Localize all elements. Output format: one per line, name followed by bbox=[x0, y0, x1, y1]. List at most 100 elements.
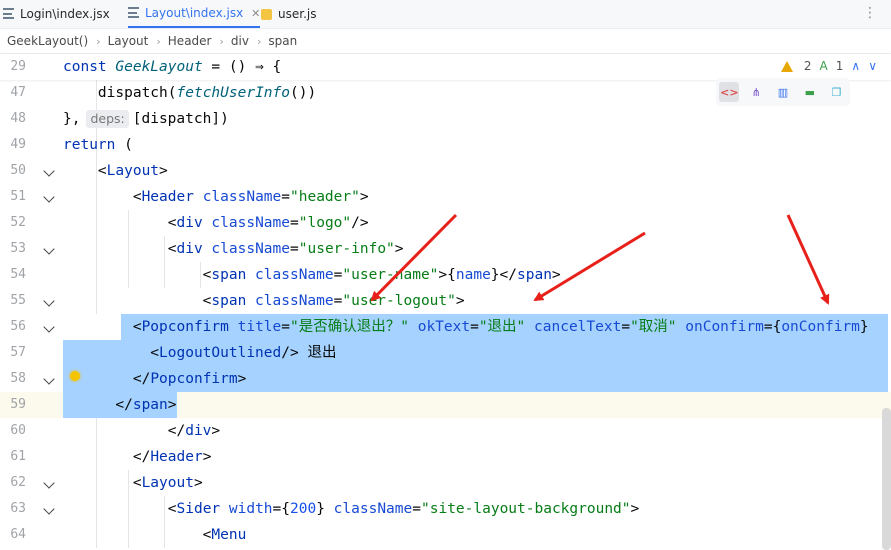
code-token: "是否确认退出？" bbox=[290, 319, 409, 335]
more-options-icon[interactable]: ⋮ bbox=[863, 5, 877, 21]
code-line[interactable]: 64 <Menu bbox=[0, 522, 891, 548]
breadcrumb-item[interactable]: GeekLayout() bbox=[7, 34, 88, 48]
inspection-widget[interactable]: 2 A 1 ∧ ∨ bbox=[780, 59, 877, 73]
code-token: const bbox=[63, 59, 116, 75]
code-line[interactable]: 63 <Sider width={200} className="site-la… bbox=[0, 496, 891, 522]
code-line[interactable]: 49 return ( bbox=[0, 132, 891, 158]
next-highlight-icon[interactable]: ∨ bbox=[868, 59, 877, 73]
code-line[interactable]: 54 <span className="user-name">{name}</s… bbox=[0, 262, 891, 288]
code-line[interactable]: 50 <Layout> bbox=[0, 158, 891, 184]
fold-chevron-icon[interactable] bbox=[43, 243, 55, 255]
code-line[interactable]: 52 <div className="logo"/> bbox=[0, 210, 891, 236]
code-line[interactable]: 62 <Layout> bbox=[0, 470, 891, 496]
code-token: >{ bbox=[438, 267, 456, 283]
code-token: = bbox=[290, 215, 299, 231]
fold-chevron-icon[interactable] bbox=[43, 191, 55, 203]
code-line[interactable]: 61 </Header> bbox=[0, 444, 891, 470]
code-view-icon[interactable]: <> bbox=[719, 82, 740, 102]
copy-icon[interactable]: ❐ bbox=[827, 82, 847, 102]
code-editor[interactable]: 47 dispatch(fetchUserInfo()) 48}, deps: [di… bbox=[0, 54, 891, 550]
code-text: <LogoutOutlined/> 退出 bbox=[63, 340, 891, 366]
code-line[interactable]: 48}, deps: [dispatch]) bbox=[0, 106, 891, 132]
fold-chevron-icon[interactable] bbox=[43, 373, 55, 385]
code-token: LogoutOutlined bbox=[159, 345, 282, 361]
sticky-scope-header: 29 const GeekLayout = () ⇒ { bbox=[0, 54, 891, 80]
code-token: /> 退出 bbox=[281, 345, 337, 361]
code-token: < bbox=[63, 293, 212, 309]
split-view-icon[interactable]: ▥ bbox=[773, 82, 793, 102]
code-line[interactable]: 58 </Popconfirm> bbox=[0, 366, 891, 392]
code-line[interactable]: 55 <span className="user-logout"> bbox=[0, 288, 891, 314]
line-number: 52 bbox=[10, 215, 26, 230]
code-text: <Header className="header"> bbox=[63, 184, 891, 210]
floating-toolbar: <> ⋔ ▥ ▬ ❐ bbox=[716, 78, 850, 106]
code-text: </Header> bbox=[63, 444, 891, 470]
code-token: < bbox=[63, 345, 160, 361]
code-token: ={ bbox=[272, 501, 291, 517]
code-token: dispatch( bbox=[63, 85, 177, 101]
code-token: < bbox=[63, 527, 212, 543]
code-line[interactable]: 59 </span> bbox=[0, 392, 891, 418]
code-token: }, bbox=[63, 111, 81, 127]
code-line[interactable]: 56 <Popconfirm title="是否确认退出？" okText="退… bbox=[0, 314, 891, 340]
code-token: > bbox=[202, 449, 212, 465]
code-line[interactable]: 60 </div> bbox=[0, 418, 891, 444]
code-token: } bbox=[859, 319, 869, 335]
typo-icon: A bbox=[819, 59, 828, 73]
code-token: className bbox=[202, 215, 291, 231]
fold-chevron-icon[interactable] bbox=[43, 503, 55, 515]
code-token: okText bbox=[408, 319, 471, 335]
code-line[interactable]: 29 const GeekLayout = () ⇒ { bbox=[0, 54, 891, 80]
breadcrumb-item[interactable]: Header bbox=[168, 34, 212, 48]
fold-chevron-icon[interactable] bbox=[43, 321, 55, 333]
code-text: <Layout> bbox=[63, 470, 891, 496]
fold-chevron-icon[interactable] bbox=[43, 165, 55, 177]
code-token: < bbox=[63, 319, 142, 335]
inlay-parameter-hint: deps: bbox=[86, 110, 129, 128]
code-token: className bbox=[324, 501, 413, 517]
tab-label: Login\index.jsx bbox=[20, 7, 110, 21]
breadcrumb-separator-icon: › bbox=[156, 34, 161, 48]
code-token: = bbox=[412, 501, 421, 517]
breadcrumb-item[interactable]: div bbox=[231, 34, 249, 48]
code-token: Layout bbox=[106, 163, 160, 179]
code-token: span bbox=[517, 267, 552, 283]
code-text: const GeekLayout = () ⇒ { bbox=[63, 54, 891, 80]
code-token: > bbox=[159, 163, 168, 179]
code-line[interactable]: 57 <LogoutOutlined/> 退出 bbox=[0, 340, 891, 366]
preview-icon[interactable]: ▬ bbox=[800, 82, 820, 102]
code-text: <Menu bbox=[63, 522, 891, 548]
previous-highlight-icon[interactable]: ∧ bbox=[851, 59, 860, 73]
code-token: "user-logout" bbox=[342, 293, 456, 309]
code-token: /> bbox=[351, 215, 369, 231]
tab-user-js[interactable]: user.js bbox=[261, 0, 316, 28]
tab-login-index-jsx[interactable]: Login\index.jsx bbox=[3, 0, 110, 28]
tab-layout-index-jsx[interactable]: Layout\index.jsx ✕ bbox=[128, 0, 261, 28]
code-line[interactable]: 51 <Header className="header"> bbox=[0, 184, 891, 210]
structure-icon[interactable]: ⋔ bbox=[746, 82, 766, 102]
js-file-icon bbox=[261, 8, 272, 20]
code-token: Header bbox=[150, 449, 203, 465]
code-token: = () ⇒ { bbox=[202, 59, 282, 75]
line-number: 57 bbox=[10, 345, 26, 360]
code-token: </ bbox=[63, 449, 151, 465]
fold-chevron-icon[interactable] bbox=[43, 295, 55, 307]
code-token: = bbox=[281, 319, 291, 335]
code-token: onConfirm bbox=[676, 319, 764, 335]
line-number: 51 bbox=[10, 189, 26, 204]
code-token: className bbox=[246, 293, 334, 309]
code-token: "header" bbox=[290, 189, 360, 205]
code-token: < bbox=[63, 267, 212, 283]
vertical-scrollbar[interactable] bbox=[882, 408, 891, 550]
code-token: = bbox=[621, 319, 631, 335]
close-icon[interactable]: ✕ bbox=[251, 7, 260, 20]
code-token: > bbox=[211, 423, 221, 439]
code-line[interactable]: 53 <div className="user-info"> bbox=[0, 236, 891, 262]
line-number: 54 bbox=[10, 267, 26, 282]
breadcrumb-item[interactable]: Layout bbox=[108, 34, 149, 48]
code-token: "site-layout-background" bbox=[421, 501, 631, 517]
breadcrumb-item[interactable]: span bbox=[268, 34, 297, 48]
line-number: 48 bbox=[10, 111, 26, 126]
code-token: ()) bbox=[290, 85, 317, 101]
fold-chevron-icon[interactable] bbox=[43, 477, 55, 489]
